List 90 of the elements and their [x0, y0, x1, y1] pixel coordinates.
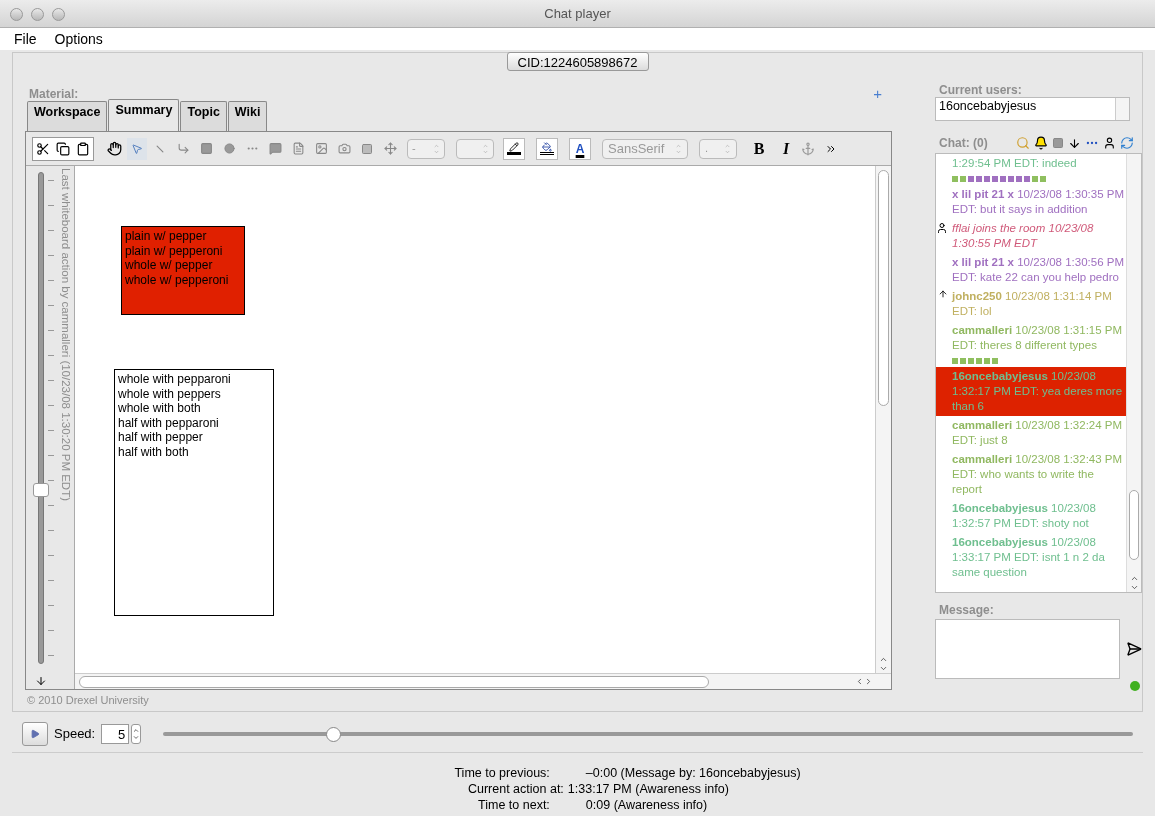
info-label: Current action at:	[466, 781, 564, 797]
message-text: johnc250 10/23/08 1:31:14 PM EDT: lol	[952, 290, 1112, 317]
box-text-line: whole w/ pepperoni	[125, 272, 230, 287]
bell-icon[interactable]	[1034, 136, 1048, 150]
box-text-line: whole w/ pepper	[125, 258, 214, 273]
message-text: cammalleri 10/23/08 1:32:43 PM EDT: who wants to write the report	[952, 453, 1123, 495]
text-box[interactable]: whole with pepparoni whole with peppers whole with both half with pepparoni half with pepper half with both	[114, 369, 274, 616]
message-text: 1:29:54 PM EDT: indeed	[952, 157, 1077, 169]
square-icon[interactable]	[1052, 137, 1064, 149]
vertical-scrollbar[interactable]	[875, 166, 891, 673]
tab[interactable]: Wiki	[227, 101, 268, 131]
message-text: 16oncebabyjesus 10/23/08 1:32:57 PM EDT: shoty not	[952, 502, 1096, 529]
add-icon[interactable]: +	[873, 87, 882, 101]
chat-message[interactable]: johnc250 10/23/08 1:31:14 PM EDT: lol	[936, 287, 1126, 321]
box-text-line: whole with pepparoni	[118, 372, 232, 387]
menu-item[interactable]: File	[14, 28, 37, 50]
text-box[interactable]: plain w/ pepper plain w/ pepperoni whole w/ pepper whole w/ pepperoni	[121, 226, 245, 315]
info-label: Time to previous:	[454, 765, 551, 781]
box-text-line: plain w/ pepperoni	[125, 243, 224, 258]
message-text: 16oncebabyjesus 10/23/08 1:32:17 PM EDT: yea deres more than 6	[952, 370, 1123, 412]
scrollbar-thumb[interactable]	[1129, 490, 1139, 560]
chat-message[interactable]: 1:29:54 PM EDT: indeed	[936, 154, 1126, 173]
scrollbar-thumb[interactable]	[79, 675, 709, 688]
users-label: Current users:	[939, 83, 1023, 97]
box-text-line: plain w/ pepper	[125, 229, 208, 244]
window-control[interactable]	[10, 8, 23, 21]
play-icon	[30, 728, 40, 740]
message-field[interactable]	[935, 619, 1121, 679]
box-text-line: whole with peppers	[118, 386, 222, 401]
chat-message[interactable]: x lil pit 21 x 10/23/08 1:30:35 PM EDT: but it says in addition	[936, 185, 1126, 219]
pen-color-button[interactable]	[503, 137, 525, 160]
scrollbar-thumb[interactable]	[878, 170, 889, 406]
text-color-button[interactable]: A	[569, 137, 591, 160]
chat-label: Chat: (0)	[939, 135, 988, 152]
window-control[interactable]	[52, 8, 65, 21]
italic-button[interactable]: I	[777, 136, 795, 161]
menu-item[interactable]: Options	[54, 28, 103, 50]
chat-message[interactable]: 16oncebabyjesus 10/23/08 1:32:17 PM EDT: yea deres more than 6	[936, 367, 1126, 416]
chat-message[interactable]: x lil pit 21 x 10/23/08 1:30:56 PM EDT: kate 22 can you help pedro	[936, 253, 1126, 287]
window-title: Chat player	[544, 4, 611, 23]
chat-message[interactable]: 16oncebabyjesus 10/23/08 1:33:17 PM EDT: isnt 1 n 2 da same question	[936, 533, 1126, 582]
message-label: Message:	[939, 602, 995, 619]
chat-scrollbar[interactable]	[1126, 154, 1141, 592]
message-text: x lil pit 21 x 10/23/08 1:30:56 PM EDT: kate 22 can you help pedro	[952, 256, 1124, 283]
speed-stepper[interactable]	[131, 724, 142, 744]
users-scrollbar[interactable]	[1115, 98, 1129, 120]
slider-thumb[interactable]	[325, 726, 341, 742]
box-text-line: half with both	[118, 444, 190, 459]
chat-message[interactable]: cammalleri 10/23/08 1:31:15 PM EDT: theres 8 different types	[936, 321, 1126, 355]
cid-button[interactable]: CID:1224605898672	[506, 52, 649, 71]
window-control[interactable]	[31, 8, 44, 21]
box-text-line: half with pepper	[118, 430, 204, 445]
send-icon[interactable]	[1126, 641, 1142, 657]
playback-slider[interactable]	[163, 725, 1133, 743]
message-text: cammalleri 10/23/08 1:31:15 PM EDT: theres 8 different types	[952, 324, 1123, 351]
message-text: 16oncebabyjesus 10/23/08 1:33:17 PM EDT: isnt 1 n 2 da same question	[952, 536, 1105, 578]
arrow-up-icon	[938, 288, 948, 300]
info-label: Time to next:	[477, 797, 551, 813]
arrow-down-icon[interactable]	[35, 675, 47, 687]
speed-label: Speed:	[54, 725, 96, 744]
info-value: –0:00 (Message by: 16oncebabyjesus)	[584, 765, 801, 781]
person-icon	[936, 221, 948, 235]
copyright-text: © 2010 Drexel University	[27, 693, 150, 708]
chat-message[interactable]: 16oncebabyjesus 10/23/08 1:32:57 PM EDT: shoty not	[936, 499, 1126, 533]
material-label: Material:	[29, 86, 79, 103]
paint-bucket-icon	[542, 142, 552, 152]
chat-message[interactable]: cammalleri 10/23/08 1:32:43 PM EDT: who wants to write the report	[936, 450, 1126, 499]
tab[interactable]: Topic	[180, 101, 227, 131]
bold-button[interactable]: B	[750, 136, 768, 161]
play-button[interactable]	[22, 722, 48, 746]
tab[interactable]: Summary	[108, 99, 180, 131]
chat-message[interactable]: fflai joins the room 10/23/08 1:30:55 PM EDT	[936, 219, 1126, 253]
fill-color-button[interactable]	[536, 137, 558, 160]
timeline-slider[interactable]	[32, 172, 50, 664]
download-icon[interactable]	[1068, 136, 1081, 150]
message-text: cammalleri 10/23/08 1:32:24 PM EDT: just 8	[952, 419, 1123, 446]
box-text-line: whole with both	[118, 401, 202, 416]
chat-message[interactable]: cammalleri 10/23/08 1:32:24 PM EDT: just 8	[936, 416, 1126, 450]
horizontal-scrollbar[interactable]	[75, 673, 891, 689]
box-text-line: half with pepparoni	[118, 415, 220, 430]
person-icon[interactable]	[1103, 136, 1116, 150]
pencil-icon	[509, 142, 519, 152]
message-text: fflai joins the room 10/23/08 1:30:55 PM EDT	[952, 222, 1094, 249]
tab[interactable]: Workspace	[27, 101, 108, 131]
slider-thumb[interactable]	[33, 482, 49, 497]
message-text: x lil pit 21 x 10/23/08 1:30:35 PM EDT: but it says in addition	[952, 188, 1124, 215]
timeline-label: Last whiteboard action by cammalleri (10/23/08 1:30:20 PM EDT)	[59, 168, 74, 502]
info-value: 1:33:17 PM (Awareness info)	[567, 781, 730, 797]
info-value: 0:09 (Awareness info)	[584, 797, 709, 813]
speed-field[interactable]: 5	[101, 724, 130, 744]
